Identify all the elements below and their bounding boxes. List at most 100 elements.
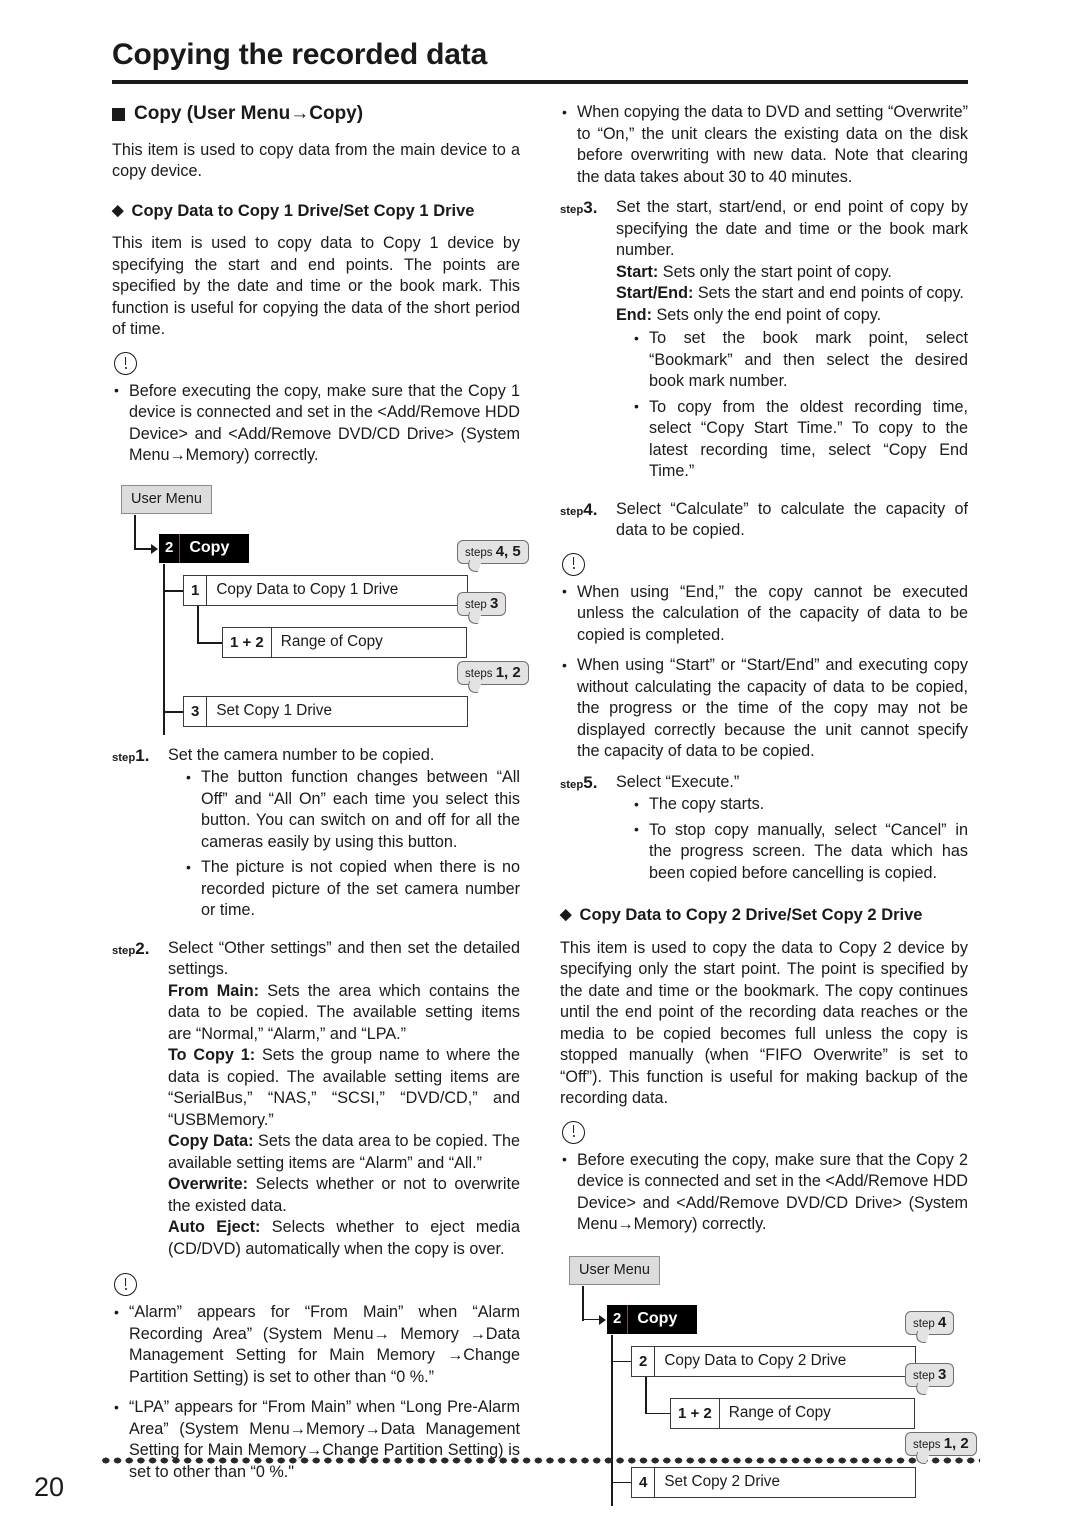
- list-item: To set the book mark point, select “Book…: [632, 328, 968, 393]
- step-body-1: Set the camera number to be copied. The …: [168, 745, 520, 931]
- step-prefix: step: [560, 204, 584, 216]
- list-item: The button function changes between “All…: [184, 767, 520, 853]
- definition-term: From Main:: [168, 981, 259, 1000]
- list-item: When using “Start” or “Start/End” and ex…: [560, 655, 968, 763]
- list-item: When copying the data to DVD and setting…: [560, 102, 968, 188]
- flow-callout-steps-4-5: steps 4, 5: [457, 539, 529, 565]
- sub-intro-paragraph: This item is used to copy the data to Co…: [560, 938, 968, 1108]
- flow-node-number: 2: [607, 1304, 629, 1334]
- footer-dotted-rule: [100, 1456, 980, 1465]
- list-item: “LPA” appears for “From Main” when “Long…: [112, 1397, 520, 1483]
- step-text: Set the camera number to be copied.: [168, 745, 435, 764]
- flow-node-number: 1 + 2: [223, 627, 272, 657]
- flow-node-row-2: 1 + 2 Range of Copy: [222, 626, 467, 658]
- definition-desc: Sets only the end point of copy.: [651, 305, 882, 324]
- flow-connector: [163, 710, 185, 713]
- step-body-5: Select “Execute.” The copy starts. To st…: [616, 772, 968, 894]
- step-prefix: step: [112, 944, 136, 957]
- flow-connector: [582, 1285, 584, 1321]
- flow-callout-number: 1, 2: [943, 1434, 969, 1452]
- flow-node-label: Copy Data to Copy 1 Drive: [216, 581, 399, 599]
- caution-icon: [562, 552, 585, 576]
- definition-start: Start: Sets only the start point of copy…: [616, 262, 968, 284]
- flow-arrow-icon: [151, 543, 158, 554]
- flow-callout-prefix: step: [913, 1369, 938, 1382]
- step-text: Select “Calculate” to calculate the capa…: [616, 499, 968, 540]
- diamond-bullet-icon: ◆: [560, 906, 572, 923]
- page-title: Copying the recorded data: [112, 38, 488, 71]
- flow-callout-prefix: steps: [465, 546, 496, 559]
- flow-callout-number: 4, 5: [495, 542, 521, 560]
- flow-callout-prefix: steps: [465, 667, 496, 680]
- step-body-3: Set the start, start/end, or end point o…: [616, 197, 968, 492]
- left-column: Copy (User Menu→Copy) This item is used …: [112, 100, 529, 1492]
- flow-callout-steps-1-2: steps 1, 2: [905, 1431, 977, 1457]
- step-label-2: step2.: [112, 938, 168, 1261]
- list-item: Before executing the copy, make sure tha…: [560, 1149, 968, 1236]
- flow-callout-number: 4: [937, 1313, 947, 1331]
- flow-node-number: 1 + 2: [671, 1398, 720, 1428]
- definition-term: Start/End:: [616, 284, 694, 302]
- flow-node-label: Set Copy 2 Drive: [664, 1473, 780, 1491]
- flow-node-label: Copy Data to Copy 2 Drive: [664, 1352, 847, 1370]
- list-item: When using “End,” the copy cannot be exe…: [560, 581, 968, 647]
- title-rule: [112, 80, 968, 84]
- flow-callout-prefix: step: [465, 598, 490, 611]
- sub-heading-copy2: ◆ Copy Data to Copy 2 Drive/Set Copy 2 D…: [560, 905, 968, 926]
- list-item: “Alarm” appears for “From Main” when “Al…: [112, 1302, 520, 1388]
- caution-note-list-0: When copying the data to DVD and setting…: [560, 102, 968, 188]
- step-text: Select “Execute.”: [616, 772, 740, 791]
- flow-callout-prefix: steps: [913, 1438, 944, 1451]
- step-prefix: step: [560, 778, 584, 791]
- flow-node-row-3: 3 Set Copy 1 Drive: [183, 695, 468, 727]
- flow-connector: [197, 605, 199, 643]
- flow-callout-step-3: step 3: [457, 591, 507, 617]
- flow-node-row-1: 2 Copy Data to Copy 2 Drive: [631, 1345, 916, 1377]
- step-number: 2.: [135, 938, 150, 958]
- flow-node-label: Copy: [189, 538, 230, 556]
- list-item: Before executing the copy, make sure tha…: [112, 380, 520, 467]
- sub-heading-copy1: ◆ Copy Data to Copy 1 Drive/Set Copy 1 D…: [112, 201, 520, 222]
- flow-connector: [582, 1318, 600, 1321]
- flow-diagram-copy1: User Menu 2 Copy 1 Copy Data to Copy 1 D…: [112, 477, 529, 735]
- flow-callout-prefix: step: [913, 1317, 938, 1330]
- caution-note-list-1: When using “End,” the copy cannot be exe…: [560, 581, 968, 763]
- flow-node-copy-menu: 2 Copy: [607, 1304, 698, 1334]
- step-row-1: step1. Set the camera number to be copie…: [112, 745, 520, 931]
- flow-callout-number: 3: [937, 1365, 947, 1383]
- step-number: 5.: [583, 772, 598, 792]
- flow-connector: [134, 547, 152, 550]
- list-item: To stop copy manually, select “Cancel” i…: [632, 819, 968, 885]
- step-body-2: Select “Other settings” and then set the…: [168, 938, 520, 1261]
- diamond-bullet-icon: ◆: [112, 201, 124, 219]
- flow-connector: [197, 641, 224, 644]
- definition-overwrite: Overwrite: Selects whether or not to ove…: [168, 1174, 520, 1217]
- step-1-bullets: The button function changes between “All…: [184, 767, 520, 922]
- flow-node-number: 2: [632, 1346, 656, 1376]
- step-row-4: step4. Select “Calculate” to calculate t…: [560, 499, 968, 542]
- page-number: 20: [34, 1472, 65, 1502]
- definition-start-end: Start/End: Sets the start and end points…: [616, 283, 968, 305]
- caution-note-list-1: Before executing the copy, make sure tha…: [112, 380, 520, 467]
- definition-from-main: From Main: Sets the area which contains …: [168, 981, 520, 1046]
- caution-icon: [114, 1273, 137, 1297]
- manual-page: Copying the recorded data Copy (User Men…: [0, 0, 1080, 1528]
- flow-connector: [611, 1481, 633, 1484]
- step-prefix: step: [560, 505, 584, 518]
- step-row-3: step3. Set the start, start/end, or end …: [560, 197, 968, 492]
- sub-intro-paragraph: This item is used to copy data to Copy 1…: [112, 234, 520, 339]
- step-number: 1.: [135, 745, 150, 765]
- flow-node-row-1: 1 Copy Data to Copy 1 Drive: [183, 574, 468, 606]
- list-item: To copy from the oldest recording time, …: [632, 396, 968, 483]
- step-label-3: step3.: [560, 197, 616, 492]
- definition-desc: Sets the start and end points of copy.: [693, 284, 964, 302]
- filled-square-bullet-icon: [112, 107, 125, 121]
- definition-term: Auto Eject:: [168, 1218, 261, 1237]
- flow-node-row-3: 4 Set Copy 2 Drive: [631, 1466, 916, 1498]
- step-row-5: step5. Select “Execute.” The copy starts…: [560, 772, 968, 894]
- flow-diagram-copy2: User Menu 2 Copy 2 Copy Data to Copy 2 D…: [560, 1248, 977, 1506]
- step-5-bullets: The copy starts. To stop copy manually, …: [632, 794, 968, 884]
- step-body-4: Select “Calculate” to calculate the capa…: [616, 499, 968, 542]
- flow-node-copy-menu: 2 Copy: [159, 533, 250, 563]
- section-heading-copy: Copy (User Menu→Copy): [112, 103, 520, 126]
